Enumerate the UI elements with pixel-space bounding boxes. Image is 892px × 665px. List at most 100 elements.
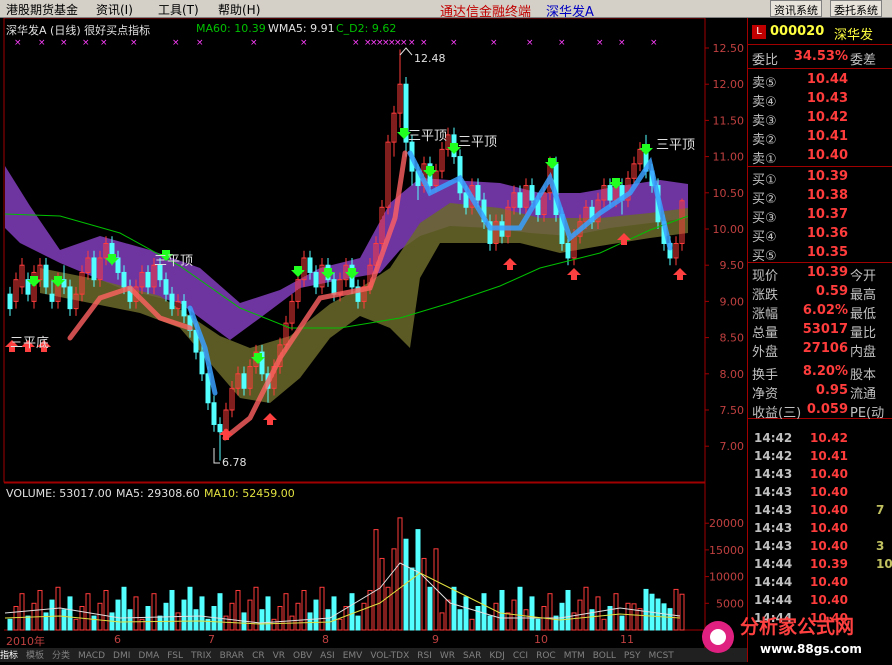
marker-x: × xyxy=(558,38,566,48)
indicator-tab[interactable]: ASI xyxy=(320,651,335,661)
indicator-tab[interactable]: OBV xyxy=(293,651,312,661)
marker-x: × xyxy=(650,38,658,48)
watermark-logo: 分析家公式网 www.88gs.com xyxy=(700,607,892,662)
volume-bar xyxy=(535,618,541,631)
indicator-tab[interactable]: DMA xyxy=(138,651,159,661)
indicator-tab[interactable]: FSL xyxy=(167,651,183,661)
indicator-tab[interactable]: MTM xyxy=(564,651,585,661)
volume-bar xyxy=(601,618,607,631)
marker-x: × xyxy=(172,38,180,48)
bottom-label: 三平底 xyxy=(10,336,50,351)
indicator-tab[interactable]: 分类 xyxy=(52,651,70,661)
stat-row: 总量 53017 量比 xyxy=(752,322,877,341)
sell-signal-arrow xyxy=(503,258,517,270)
volume-bar xyxy=(277,606,283,631)
volume-bar xyxy=(559,602,565,631)
menu-help[interactable]: 帮助(H) xyxy=(218,1,260,18)
kline-chart[interactable]: × × × × × × × × × × × ××××××× × × × × × × × × × 12.5012.0011… xyxy=(0,18,747,662)
indicator-tab[interactable]: PSY xyxy=(624,651,641,661)
indicator-tab[interactable]: MCST xyxy=(649,651,674,661)
vol-ma10-label: MA10: 52459.00 xyxy=(204,487,295,500)
volume-bar xyxy=(133,596,139,631)
volume-bar xyxy=(73,618,79,631)
indicator-tab[interactable]: SAR xyxy=(463,651,481,661)
candle-body xyxy=(307,257,313,273)
volume-bar xyxy=(127,609,133,631)
candle-body xyxy=(7,293,13,310)
volume-bar xyxy=(361,602,367,631)
indicator-tab[interactable]: ROC xyxy=(536,651,556,661)
stat-row: 涨跌 0.59 最高 xyxy=(752,284,877,303)
price-tick-label: 9.50 xyxy=(720,259,745,272)
indicator-tab[interactable]: WR xyxy=(440,651,455,661)
candle-body xyxy=(607,185,613,201)
menu-info[interactable]: 资讯(I) xyxy=(96,1,133,18)
volume-bar xyxy=(217,593,223,631)
sell-order-row: 卖① 10.40 xyxy=(752,148,848,167)
volume-bar xyxy=(349,593,355,631)
menu-futures[interactable]: 港股期货基金 xyxy=(6,1,78,18)
wma5-label: WMA5: 9.91 xyxy=(268,22,335,35)
indicator-tab[interactable]: BOLL xyxy=(593,651,616,661)
sell-order-row: 卖③ 10.42 xyxy=(752,110,848,129)
candle-body xyxy=(199,351,205,375)
candle-body xyxy=(145,271,151,288)
volume-bar xyxy=(355,615,361,631)
candle-body xyxy=(181,300,187,317)
volume-bar xyxy=(265,596,271,631)
indicator-tab[interactable]: VOL-TDX xyxy=(370,651,409,661)
indicator-tab[interactable]: BRAR xyxy=(220,651,244,661)
top-label-3: 三平顶 xyxy=(458,135,498,150)
volume-bar xyxy=(529,596,535,631)
volume-bar xyxy=(523,609,529,631)
volume-bar xyxy=(457,609,463,631)
volume-bar xyxy=(631,603,637,631)
volume-bar xyxy=(247,599,253,631)
buy-order-row: 买④ 10.36 xyxy=(752,226,848,245)
indicator-tab[interactable]: KDJ xyxy=(489,651,505,661)
stock-code: 000020 xyxy=(770,24,825,39)
candle-body xyxy=(169,293,175,310)
volume-bar xyxy=(337,618,343,631)
volume-bar xyxy=(7,618,13,631)
volume-bar xyxy=(61,609,67,631)
volume-bar xyxy=(679,593,685,631)
weibi-value: 34.53% xyxy=(793,49,848,64)
volume-bar xyxy=(655,598,661,631)
x-label-7: 7 xyxy=(208,633,215,646)
volume-bar xyxy=(547,593,553,631)
indicator-tab[interactable]: 指标 xyxy=(0,651,18,661)
indicator-tab[interactable]: RSI xyxy=(417,651,432,661)
volume-bar xyxy=(421,557,427,631)
buy-order-row: 买① 10.39 xyxy=(752,169,848,188)
delegate-system-button[interactable]: 委托系统 xyxy=(830,0,882,17)
logo-url: www.88gs.com xyxy=(760,642,862,656)
marker-x: × xyxy=(196,38,204,48)
volume-bar xyxy=(583,586,589,631)
indicator-tab[interactable]: 模板 xyxy=(26,651,44,661)
indicator-tab[interactable]: CR xyxy=(252,651,265,661)
info-system-button[interactable]: 资讯系统 xyxy=(770,0,822,17)
sell-signal-arrow xyxy=(673,268,687,280)
price-tick-label: 10.50 xyxy=(713,187,745,200)
buy-signal-arrow xyxy=(291,266,305,277)
volume-bar xyxy=(625,602,631,631)
l2-badge: L xyxy=(752,25,766,39)
indicator-tab[interactable]: EMV xyxy=(343,651,363,661)
menu-tools[interactable]: 工具(T) xyxy=(158,1,199,18)
buy-signal-arrow xyxy=(639,144,653,155)
marker-x: × xyxy=(408,38,416,48)
indicator-tab[interactable]: MACD xyxy=(78,651,105,661)
marker-x: × xyxy=(400,38,408,48)
candle-body xyxy=(217,423,223,433)
indicator-tab[interactable]: DMI xyxy=(113,651,130,661)
tick-row: 14:44 10.40 xyxy=(754,575,848,589)
tick-row: 14:42 10.42 xyxy=(754,431,848,445)
indicator-tab[interactable]: TRIX xyxy=(191,651,212,661)
buy-order-row: 买② 10.38 xyxy=(752,188,848,207)
candle-body xyxy=(91,257,97,281)
indicator-tab[interactable]: CCI xyxy=(513,651,528,661)
indicator-tab[interactable]: VR xyxy=(273,651,285,661)
vol-ma5-line xyxy=(4,562,681,624)
x-label-6: 6 xyxy=(114,633,121,646)
